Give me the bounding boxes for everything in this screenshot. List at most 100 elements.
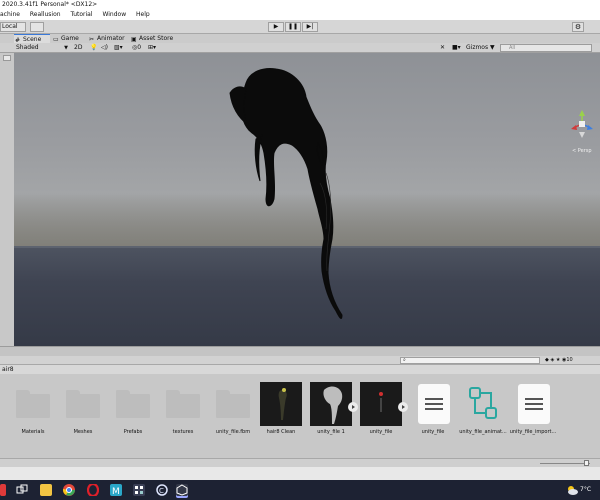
camera-icon: ■▾ xyxy=(452,44,461,51)
app-icon[interactable] xyxy=(0,484,6,496)
tab-asset-store[interactable]: ▣ Asset Store xyxy=(130,34,178,43)
asset-item[interactable]: Meshes xyxy=(60,380,106,444)
weather-icon[interactable] xyxy=(566,484,578,496)
filter-type-icon[interactable]: ◆ xyxy=(545,357,549,363)
project-toolbar: ⌕ ◆ ◈ ★ ◉10 xyxy=(0,356,600,365)
shading-mode-label: Shaded xyxy=(16,44,39,51)
projection-label[interactable]: < Persp xyxy=(572,148,592,154)
lighting-toggle[interactable]: 💡 xyxy=(90,44,97,52)
prefab-thumbnail xyxy=(260,382,302,426)
asset-grid: Materials Meshes Prefabs textures unity_… xyxy=(0,374,600,458)
settings-button[interactable]: ⚙ xyxy=(572,22,584,32)
camera-dropdown[interactable]: ■▾ xyxy=(452,44,461,52)
pause-button[interactable]: ❚❚ xyxy=(285,22,301,32)
orientation-gizmo[interactable] xyxy=(570,108,594,144)
pivot-rotation-toggle[interactable]: Local xyxy=(0,22,26,32)
asset-label: unity_file 1 xyxy=(317,429,345,435)
project-breadcrumb[interactable]: air8 xyxy=(0,365,600,374)
tab-scene[interactable]: # Scene xyxy=(14,34,50,44)
grid-snap-button[interactable] xyxy=(30,22,44,32)
expand-arrow-button[interactable] xyxy=(348,402,358,412)
asset-item[interactable]: unity_file.fbm xyxy=(210,380,256,444)
tab-scene-label: Scene xyxy=(23,36,42,43)
audio-icon: ◁) xyxy=(101,44,108,51)
menu-help[interactable]: Help xyxy=(136,10,150,20)
project-footer xyxy=(0,458,600,467)
menu-tutorial[interactable]: Tutorial xyxy=(70,10,92,20)
bottom-panel-tabs xyxy=(0,346,600,356)
hidden-count-icon[interactable]: ◉10 xyxy=(562,357,573,363)
audio-toggle[interactable]: ◁) xyxy=(101,44,108,52)
expand-arrow-button[interactable] xyxy=(398,402,408,412)
asset-item[interactable]: Materials xyxy=(10,380,56,444)
folder-icon xyxy=(62,382,104,426)
asset-item[interactable]: Prefabs xyxy=(110,380,156,444)
asset-label: unity_file xyxy=(369,429,393,435)
effects-dropdown[interactable]: ▧▾ xyxy=(114,44,123,52)
menu-bar: achine Reallusion Tutorial Window Help xyxy=(0,10,600,20)
chrome-icon[interactable] xyxy=(63,484,75,496)
zoom-slider-handle[interactable] xyxy=(584,460,589,466)
filter-label-icon[interactable]: ◈ xyxy=(550,357,554,363)
chevron-down-icon: ▼ xyxy=(490,44,495,51)
play-controls: ▶ ❚❚ ▶| xyxy=(268,22,319,32)
status-bar xyxy=(0,467,600,480)
chevron-down-icon: ▼ xyxy=(64,45,68,51)
asset-label: Prefabs xyxy=(123,429,143,435)
menu-reallusion[interactable]: Reallusion xyxy=(30,10,61,20)
tab-animator[interactable]: ✂ Animator xyxy=(88,34,128,43)
file-explorer-icon[interactable] xyxy=(40,484,52,496)
asset-item[interactable]: unity_file xyxy=(410,380,456,444)
asset-label: unity_file_import... xyxy=(509,429,557,435)
unity-icon[interactable] xyxy=(176,484,188,496)
2d-toggle[interactable]: 2D xyxy=(74,44,82,52)
grid-toggle[interactable]: ⊞▾ xyxy=(148,44,156,52)
window-title: 2020.3.41f1 Personal* <DX12> xyxy=(0,0,600,10)
favorite-icon[interactable]: ★ xyxy=(556,357,560,363)
scene-search-input[interactable]: All xyxy=(500,44,592,52)
gizmos-dropdown[interactable]: Gizmos ▼ xyxy=(466,44,495,52)
project-filter-icons: ◆ ◈ ★ ◉10 xyxy=(545,357,573,364)
opera-icon[interactable] xyxy=(86,482,100,498)
asset-item[interactable]: unity_file 1 xyxy=(308,380,358,444)
step-icon: ▶| xyxy=(306,23,314,30)
app-grid-icon[interactable] xyxy=(133,484,145,496)
asset-label: Materials xyxy=(21,429,45,435)
gizmos-label: Gizmos xyxy=(466,44,489,51)
folder-icon xyxy=(212,382,254,426)
asset-label: Meshes xyxy=(73,429,93,435)
project-search-input[interactable]: ⌕ xyxy=(400,357,540,364)
os-taskbar: M C 7°C xyxy=(0,480,600,500)
asset-item[interactable]: hair8 Clean xyxy=(258,380,304,444)
asset-label: hair8 Clean xyxy=(266,429,296,435)
tab-game[interactable]: ▭ Game xyxy=(52,34,86,43)
hidden-objects-toggle[interactable]: ◎0 xyxy=(132,44,141,52)
scene-viewport[interactable]: < Persp xyxy=(14,53,600,346)
main-toolbar: Local ▶ ❚❚ ▶| ⚙ xyxy=(0,20,600,34)
folder-icon xyxy=(12,382,54,426)
model-thumbnail xyxy=(360,382,402,426)
hair-model[interactable] xyxy=(14,53,600,346)
tab-game-label: Game xyxy=(61,35,79,42)
asset-label: unity_file_animat... xyxy=(459,429,507,435)
zoom-slider-track[interactable] xyxy=(540,463,590,464)
folder-icon xyxy=(112,382,154,426)
scene-view-toolbar: Shaded ▼ 2D 💡 ◁) ▧▾ ◎0 ⊞▾ ✕ ■▾ Gizmos ▼ … xyxy=(0,43,600,53)
play-button[interactable]: ▶ xyxy=(268,22,284,32)
shading-mode-dropdown[interactable]: Shaded ▼ xyxy=(14,44,70,52)
menu-machine[interactable]: achine xyxy=(0,10,20,20)
animator-controller-icon xyxy=(462,382,504,426)
task-view-icon[interactable] xyxy=(16,484,28,496)
asset-item[interactable]: textures xyxy=(160,380,206,444)
menu-window[interactable]: Window xyxy=(102,10,126,20)
tools-button[interactable]: ✕ xyxy=(440,44,445,52)
step-button[interactable]: ▶| xyxy=(302,22,318,32)
app-m-icon[interactable]: M xyxy=(110,484,122,497)
play-icon: ▶ xyxy=(273,23,279,30)
app-c-icon[interactable]: C xyxy=(156,484,168,496)
asset-item[interactable]: unity_file_animat... xyxy=(459,380,507,444)
panel-handle[interactable] xyxy=(3,55,11,61)
document-icon xyxy=(412,382,454,426)
asset-item[interactable]: unity_file xyxy=(358,380,408,444)
asset-item[interactable]: unity_file_import... xyxy=(510,380,556,444)
